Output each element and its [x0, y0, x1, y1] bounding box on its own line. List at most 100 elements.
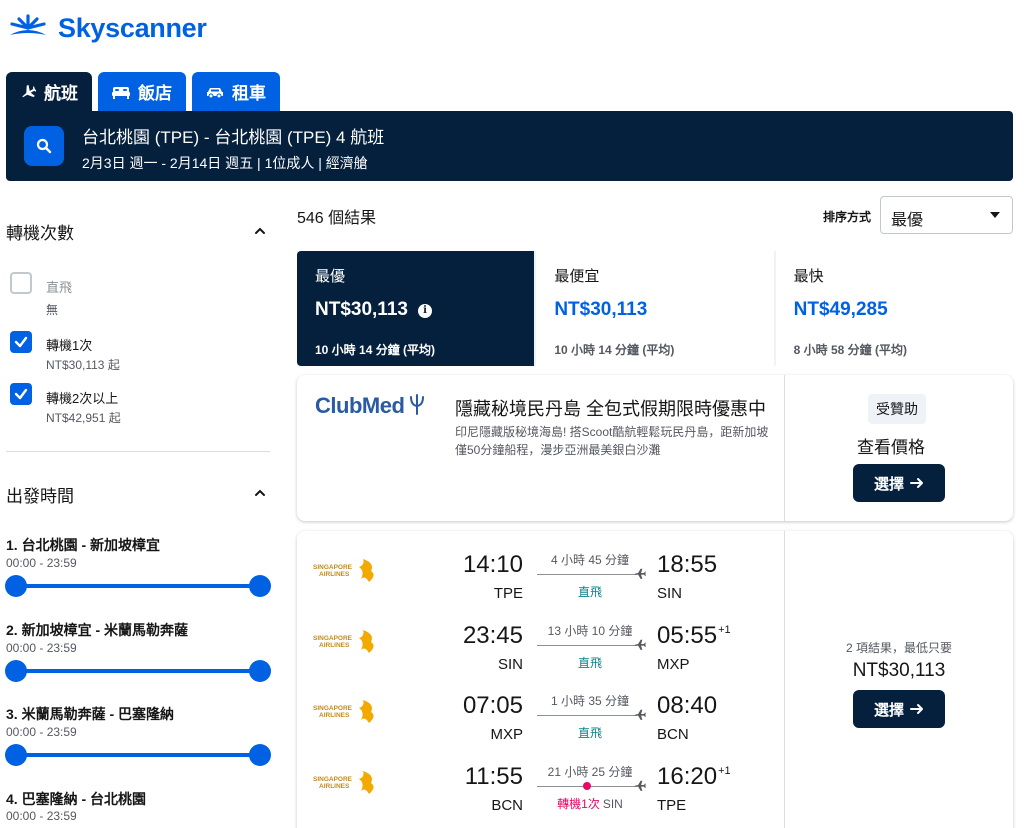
slider-handle-end[interactable]: [249, 575, 271, 597]
slider-handle-start[interactable]: [5, 744, 27, 766]
leg-stops-wrap: 轉機1次 SIN: [537, 795, 643, 812]
sunrise-icon: [10, 14, 46, 35]
search-button[interactable]: [24, 126, 64, 166]
sort-tab-title: 最快: [793, 268, 824, 285]
clubmed-logo: ClubMed: [315, 393, 427, 419]
departure-time: 07:05: [462, 692, 523, 719]
svg-text:AIRLINES: AIRLINES: [319, 642, 350, 649]
svg-text:AIRLINES: AIRLINES: [319, 712, 350, 719]
sort-tab-price: NT$49,285: [793, 299, 888, 320]
tab-car-hire[interactable]: 租車: [192, 72, 280, 111]
select-button-label: 選擇: [873, 475, 904, 493]
svg-text:AIRLINES: AIRLINES: [319, 571, 350, 578]
tab-flights[interactable]: 航班: [6, 72, 92, 111]
departure-leg-range: 00:00 - 23:59: [6, 556, 77, 570]
svg-text:AIRLINES: AIRLINES: [319, 783, 350, 790]
sponsored-ad-card[interactable]: ClubMed 隱藏秘境民丹島 全包式假期限時優惠中 印尼隱藏版秘境海島! 搭S…: [297, 375, 1013, 521]
skyscanner-logo[interactable]: Skyscanner: [6, 10, 207, 46]
chevron-up-icon[interactable]: [253, 486, 267, 500]
checkbox-direct[interactable]: [10, 272, 32, 294]
caret-down-icon: [990, 212, 1000, 218]
plane-icon: [634, 568, 646, 579]
checkbox-direct-label: 直飛: [46, 280, 73, 295]
search-summary-bar[interactable]: 台北桃園 (TPE) - 台北桃園 (TPE) 4 航班 2月3日 週一 - 2…: [6, 111, 1013, 181]
sort-tab-price: NT$30,113: [315, 299, 408, 320]
leg-route-line: [537, 574, 637, 575]
slider-handle-end[interactable]: [249, 660, 271, 682]
departure-time: 23:45: [462, 622, 523, 649]
departure-airport: TPE: [493, 585, 523, 602]
leg-duration: 1 小時 35 分鐘: [550, 694, 630, 708]
slider-handle-end[interactable]: [249, 744, 271, 766]
sort-tab-price-wrap: NT$30,113 i: [315, 299, 432, 321]
arrival-time-wrap: 05:55+1: [657, 622, 731, 650]
flight-leg: SINGAPORE AIRLINES 11:55 BCN 21 小時 25 分鐘…: [297, 753, 784, 823]
leg-stops: 直飛: [577, 656, 602, 670]
info-icon[interactable]: i: [417, 303, 432, 318]
checkbox-one-stop-sub: NT$30,113 起: [46, 358, 120, 372]
sort-tab-best[interactable]: 最優 NT$30,113 i 10 小時 14 分鐘 (平均): [297, 251, 535, 366]
tab-label: 租車: [232, 84, 266, 103]
sort-tab-cheapest[interactable]: 最便宜 NT$30,113 10 小時 14 分鐘 (平均): [536, 251, 774, 366]
arrival-airport: TPE: [657, 797, 687, 814]
plane-icon: [22, 84, 36, 97]
sort-tab-fastest[interactable]: 最快 NT$49,285 8 小時 58 分鐘 (平均): [775, 251, 1013, 366]
filter-stops-title: 轉機次數: [6, 224, 74, 243]
departure-time-slider[interactable]: [5, 660, 271, 682]
tab-hotels[interactable]: 飯店: [98, 72, 186, 111]
flight-leg: SINGAPORE AIRLINES 23:45 SIN 13 小時 10 分鐘…: [297, 612, 784, 682]
select-button-label: 選擇: [873, 701, 904, 719]
sort-value: 最優: [891, 212, 924, 229]
sidebar-divider: [6, 451, 270, 452]
checkbox-two-plus-stops[interactable]: [10, 383, 32, 405]
sort-tab-duration: 8 小時 58 分鐘 (平均): [793, 343, 908, 357]
checkbox-one-stop[interactable]: [10, 331, 32, 353]
check-icon: [14, 388, 28, 400]
leg-stops: 直飛: [577, 585, 602, 599]
svg-text:SINGAPORE: SINGAPORE: [313, 776, 353, 783]
departure-leg-title: 2. 新加坡樟宜 - 米蘭馬勒奔薩: [6, 622, 189, 638]
plane-icon: [634, 639, 646, 650]
singapore-airlines-logo: SINGAPORE AIRLINES: [313, 559, 374, 582]
ad-description: 印尼隱藏版秘境海島! 搭Scoot酷航輕鬆玩民丹島，距新加坡僅50分鐘船程，漫步…: [455, 425, 769, 457]
result-count: 546 個結果: [297, 210, 377, 227]
singapore-airlines-logo: SINGAPORE AIRLINES: [313, 700, 374, 723]
sort-tab-title: 最優: [315, 268, 346, 285]
departure-time-slider[interactable]: [5, 744, 271, 766]
arrival-time: 05:55: [657, 622, 718, 649]
sort-dropdown[interactable]: 最優: [880, 196, 1013, 234]
ad-select-button[interactable]: 選擇: [853, 464, 945, 502]
tab-label: 航班: [44, 84, 78, 103]
leg-route-line: [537, 715, 637, 716]
leg-duration: 13 小時 10 分鐘: [547, 624, 633, 638]
brand-name: Skyscanner: [58, 12, 207, 43]
sort-tab-title: 最便宜: [554, 268, 600, 285]
slider-handle-start[interactable]: [5, 660, 27, 682]
chevron-up-icon[interactable]: [253, 224, 267, 238]
sort-tab-duration: 10 小時 14 分鐘 (平均): [315, 343, 436, 357]
singapore-airlines-logo: SINGAPORE AIRLINES: [313, 630, 374, 653]
itinerary-select-button[interactable]: 選擇: [853, 690, 945, 728]
itinerary-card[interactable]: SINGAPORE AIRLINES 14:10 TPE 4 小時 45 分鐘 …: [297, 531, 1013, 828]
ad-view-prices: 查看價格: [857, 438, 925, 457]
search-icon: [36, 138, 52, 154]
departure-airport: MXP: [490, 726, 523, 743]
departure-leg-title: 3. 米蘭馬勒奔薩 - 巴塞隆納: [6, 706, 175, 722]
departure-leg-range: 00:00 - 23:59: [6, 809, 77, 823]
leg-route-line: [537, 645, 637, 646]
departure-leg-range: 00:00 - 23:59: [6, 641, 77, 655]
arrival-time: 16:20: [657, 763, 718, 790]
sort-tab-duration: 10 小時 14 分鐘 (平均): [554, 343, 675, 357]
arrival-time: 08:40: [657, 692, 718, 719]
search-details: 2月3日 週一 - 2月14日 週五 | 1位成人 | 經濟艙: [82, 155, 368, 171]
arrival-airport: SIN: [657, 585, 683, 602]
departure-time-slider[interactable]: [5, 575, 271, 597]
checkbox-one-stop-label: 轉機1次: [46, 338, 93, 353]
flight-leg: SINGAPORE AIRLINES 07:05 MXP 1 小時 35 分鐘 …: [297, 682, 784, 752]
departure-leg-title: 1. 台北桃園 - 新加坡樟宜: [6, 537, 161, 553]
slider-handle-start[interactable]: [5, 575, 27, 597]
ad-title: 隱藏秘境民丹島 全包式假期限時優惠中: [455, 399, 766, 419]
arrival-airport: MXP: [657, 656, 690, 673]
departure-leg-range: 00:00 - 23:59: [6, 725, 77, 739]
departure-time: 14:10: [462, 551, 523, 578]
